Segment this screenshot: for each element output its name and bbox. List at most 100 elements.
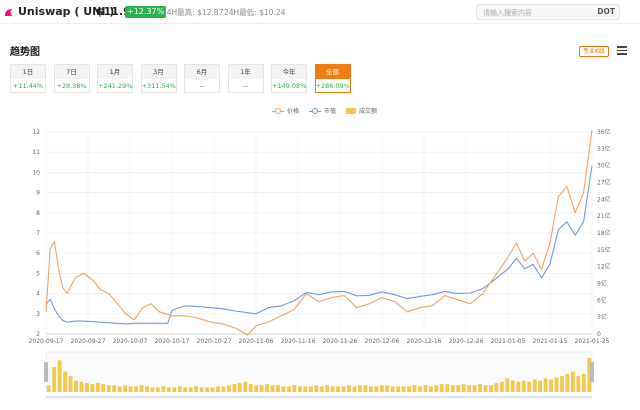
volume-bar: [281, 386, 286, 392]
volume-bar: [412, 385, 417, 392]
x-tick-label: 2021-01-25: [575, 338, 610, 345]
range-handle-right: [590, 362, 594, 382]
volume-bar: [210, 387, 215, 392]
volume-bar: [434, 385, 439, 392]
y-left-tick-label: 3: [36, 311, 40, 318]
y-left-tick-label: 10: [32, 169, 40, 176]
volume-bar: [330, 386, 335, 392]
volume-bar: [527, 381, 532, 392]
volume-bar: [90, 384, 95, 392]
volume-bar: [265, 384, 269, 392]
y-right-tick-label: 9亿: [597, 280, 607, 288]
y-right-tick-label: 27亿: [597, 179, 611, 187]
volume-bar: [134, 386, 138, 392]
y-left-tick-label: 4: [36, 291, 40, 298]
volume-bar: [489, 385, 493, 392]
volume-bar: [543, 378, 548, 392]
volume-bar: [46, 385, 51, 392]
volume-bar: [172, 387, 177, 392]
y-left-tick-label: 9: [36, 190, 40, 197]
volume-bar: [576, 376, 581, 392]
volume-bar: [292, 385, 297, 392]
x-tick-label: 2020-09-17: [29, 338, 64, 345]
volume-bar: [139, 385, 144, 392]
volume-bar: [74, 380, 78, 392]
y-left-tick-label: 2: [36, 331, 40, 338]
volume-bar: [298, 386, 302, 392]
y-right-tick-label: 36亿: [597, 128, 611, 136]
volume-bar: [341, 386, 346, 392]
x-tick-label: 2020-11-26: [323, 338, 358, 345]
volume-bar: [188, 387, 193, 392]
volume-bar: [161, 386, 166, 392]
x-tick-label: 2020-11-06: [239, 338, 274, 345]
volume-bar: [494, 382, 499, 392]
volume-bar: [429, 386, 433, 392]
volume-bar: [128, 386, 133, 392]
volume-bar: [199, 387, 204, 392]
volume-bar: [259, 385, 264, 392]
market-cap-line: [45, 165, 593, 325]
y-left-tick-label: 8: [36, 210, 40, 217]
volume-bar: [456, 385, 461, 392]
volume-bar: [363, 385, 368, 392]
volume-bar: [112, 385, 117, 392]
y-right-tick-label: 21亿: [597, 212, 611, 220]
volume-bar: [270, 385, 275, 392]
volume-bar: [96, 382, 100, 392]
volume-bar: [445, 384, 450, 392]
volume-panel: [45, 351, 593, 393]
volume-bar: [554, 377, 559, 392]
y-right-tick-label: 0: [597, 331, 601, 338]
volume-bar: [237, 382, 242, 392]
volume-bar: [156, 387, 160, 392]
y-right-tick-label: 3亿: [597, 313, 607, 321]
volume-bar: [254, 385, 259, 392]
volume-bar: [450, 385, 455, 392]
x-tick-label: 2020-10-27: [197, 338, 232, 345]
volume-bar: [243, 381, 248, 392]
volume-bar: [177, 386, 182, 392]
volume-bar: [418, 386, 422, 392]
volume-bar: [516, 381, 521, 392]
volume-bar: [57, 360, 62, 392]
volume-bar: [216, 386, 220, 392]
volume-bar: [379, 385, 384, 392]
volume-bar: [401, 386, 406, 392]
x-tick-label: 2020-12-26: [449, 338, 484, 345]
x-tick-label: 2021-01-15: [533, 338, 568, 345]
volume-bar: [232, 384, 237, 392]
y-left-tick-label: 7: [36, 230, 40, 237]
volume-bar: [205, 387, 209, 392]
volume-bar: [106, 385, 111, 392]
volume-bar: [532, 379, 537, 392]
x-tick-label: 2021-01-05: [491, 338, 526, 345]
volume-bar: [336, 386, 340, 392]
price-line: [45, 129, 593, 336]
volume-bar: [374, 386, 379, 392]
y-right-tick-label: 24亿: [597, 195, 611, 203]
x-tick-label: 2020-10-07: [113, 338, 148, 345]
volume-bar: [303, 386, 308, 392]
y-left-tick-label: 5: [36, 270, 40, 277]
y-right-tick-label: 30亿: [597, 162, 611, 170]
x-tick-label: 2020-10-17: [155, 338, 190, 345]
volume-bar: [549, 379, 553, 392]
volume-bar: [145, 386, 149, 392]
y-left-tick-label: 11: [32, 149, 40, 156]
x-tick-label: 2020-12-16: [407, 338, 442, 345]
volume-bar: [581, 373, 586, 392]
volume-bar: [467, 385, 471, 392]
y-left-tick-label: 12: [32, 129, 40, 136]
volume-bar: [227, 385, 231, 392]
y-right-tick-label: 18亿: [597, 229, 611, 237]
volume-bar: [123, 385, 128, 392]
volume-bar: [221, 386, 226, 392]
volume-bar: [407, 386, 411, 392]
volume-bar: [79, 381, 84, 392]
volume-bar: [101, 384, 106, 392]
x-tick-label: 2020-09-27: [71, 338, 106, 345]
trend-chart: 2 3 4 5 6 7 8 9 10 11 12 0 3亿 6亿 9亿 12亿 15亿 18亿 21亿 24亿 27亿 3…: [29, 128, 611, 398]
volume-bar: [183, 387, 188, 392]
volume-bar: [276, 385, 280, 392]
